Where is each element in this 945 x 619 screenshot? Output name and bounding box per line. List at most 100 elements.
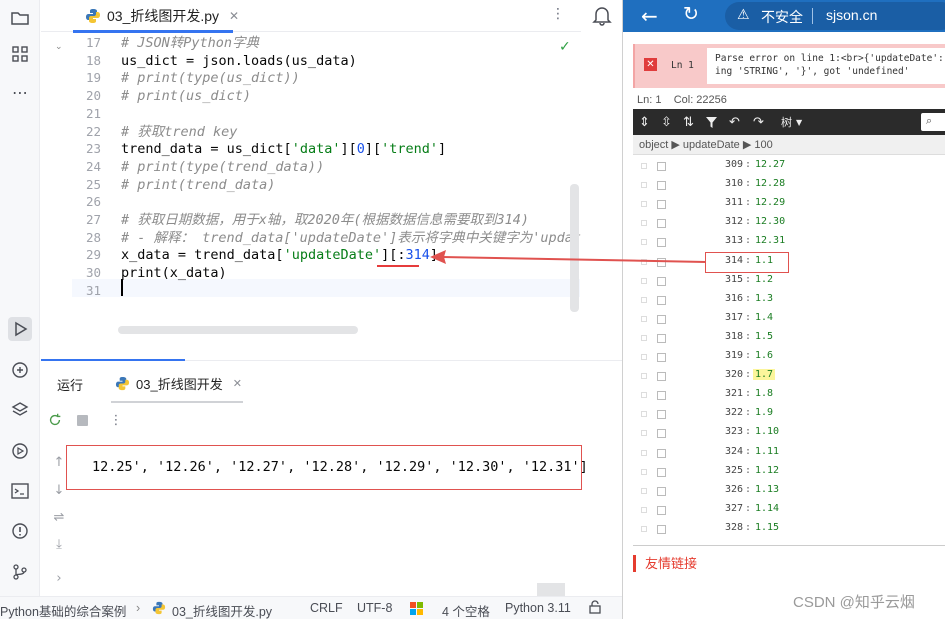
json-tree-row[interactable]: 313:12.31 [633, 233, 945, 252]
json-tree-row[interactable]: 317:1.4 [633, 310, 945, 329]
breadcrumb-project[interactable]: Python基础的综合案例 [0, 601, 126, 619]
row-value[interactable]: 1.9 [753, 407, 775, 418]
json-tree-row[interactable]: 322:1.9 [633, 405, 945, 424]
row-checkbox[interactable] [657, 486, 666, 496]
code-line[interactable]: print(x_data) [121, 264, 227, 282]
friends-link-heading[interactable]: 友情链接 [633, 555, 697, 572]
json-path-breadcrumb[interactable]: object ▶ updateDate ▶ 100 [633, 135, 945, 155]
json-tree-row[interactable]: 311:12.29 [633, 195, 945, 214]
row-value[interactable]: 1.10 [753, 426, 781, 437]
more-tools-icon[interactable]: ⋯ [8, 80, 32, 104]
inspection-ok-icon[interactable]: ✓ [559, 39, 571, 55]
editor-horizontal-scrollbar[interactable] [118, 326, 358, 334]
indent-widget[interactable]: 4 个空格 [442, 601, 490, 619]
row-value[interactable]: 1.3 [753, 293, 775, 304]
row-value[interactable]: 1.11 [753, 446, 781, 457]
row-value[interactable]: 12.30 [753, 216, 787, 227]
code-line[interactable]: us_dict = json.loads(us_data) [121, 52, 357, 70]
row-checkbox[interactable] [657, 333, 666, 343]
row-value[interactable]: 12.27 [753, 159, 787, 170]
json-tree-row[interactable]: 319:1.6 [633, 348, 945, 367]
row-value[interactable]: 1.5 [753, 331, 775, 342]
services-icon[interactable] [8, 439, 32, 463]
row-value[interactable]: 12.31 [753, 235, 787, 246]
json-tree-row[interactable]: 315:1.2 [633, 272, 945, 291]
row-checkbox[interactable] [657, 257, 666, 267]
row-checkbox[interactable] [657, 295, 666, 305]
row-value[interactable]: 1.4 [753, 312, 775, 323]
row-checkbox[interactable] [657, 219, 666, 229]
folder-icon[interactable] [8, 6, 32, 30]
undo-icon[interactable]: ↶ [729, 113, 740, 131]
scroll-to-end-icon[interactable]: ⤓ [50, 535, 68, 553]
code-line[interactable]: # print(trend_data) [121, 176, 275, 194]
json-tree-row[interactable]: 320:1.7 [633, 367, 945, 386]
json-tree-row[interactable]: 328:1.15 [633, 520, 945, 539]
json-tree-row[interactable]: 314:1.1 [633, 253, 945, 272]
json-tree-row[interactable]: 325:1.12 [633, 463, 945, 482]
code-editor[interactable]: # JSON转Python字典 us_dict = json.loads(us_d… [121, 32, 581, 328]
code-line[interactable]: x_data = trend_data['updateDate'][:314] [121, 246, 438, 264]
row-checkbox[interactable] [657, 238, 666, 248]
json-tree-row[interactable]: 321:1.8 [633, 386, 945, 405]
row-checkbox[interactable] [657, 429, 666, 439]
chevron-right-icon[interactable]: › [50, 569, 68, 587]
row-value[interactable]: 1.6 [753, 350, 775, 361]
python-console-icon[interactable] [8, 358, 32, 382]
row-checkbox[interactable] [657, 467, 666, 477]
row-checkbox[interactable] [657, 448, 666, 458]
close-icon[interactable]: ✕ [233, 377, 242, 390]
view-mode-select[interactable]: 树 ▼ [781, 113, 802, 131]
back-arrow-icon[interactable]: ← [641, 4, 658, 28]
json-tree-row[interactable]: 324:1.11 [633, 444, 945, 463]
close-icon[interactable]: ✕ [229, 9, 239, 23]
run-config-tab[interactable]: 03_折线图开发 ✕ [111, 361, 243, 405]
soft-wrap-icon[interactable]: ⇌ [50, 508, 68, 526]
code-line[interactable]: # - 解释： trend_data['updateDate']表示将字典中关键… [121, 229, 581, 247]
json-tree-row[interactable]: 318:1.5 [633, 329, 945, 348]
editor-tab[interactable]: 03_折线图开发.py ✕ [73, 0, 273, 33]
row-value[interactable]: 1.15 [753, 522, 781, 533]
row-checkbox[interactable] [657, 181, 666, 191]
bell-icon[interactable] [592, 4, 612, 26]
code-line[interactable]: # 获取日期数据，用于x轴，取2020年(根据数据信息需要取到314) [121, 211, 529, 229]
code-line[interactable]: # JSON转Python字典 [121, 34, 259, 52]
json-tree-row[interactable]: 310:12.28 [633, 176, 945, 195]
row-checkbox[interactable] [657, 505, 666, 515]
code-line[interactable]: # print(us_dict) [121, 87, 251, 105]
sort-icon[interactable]: ⇅ [683, 113, 694, 131]
reload-icon[interactable]: ↻ [683, 3, 699, 25]
editor-vertical-scrollbar[interactable] [570, 184, 579, 312]
row-checkbox[interactable] [657, 524, 666, 534]
json-tree-row[interactable]: 316:1.3 [633, 291, 945, 310]
encoding-widget[interactable]: UTF-8 [357, 601, 392, 615]
address-domain[interactable]: sjson.cn [826, 7, 877, 23]
fold-chevron-icon[interactable]: ⌄ [55, 42, 63, 52]
code-line[interactable]: trend_data = us_dict['data'][0]['trend'] [121, 140, 446, 158]
row-value[interactable]: 1.8 [753, 388, 775, 399]
row-value[interactable]: 12.29 [753, 197, 787, 208]
row-checkbox[interactable] [657, 410, 666, 420]
warning-icon[interactable]: ⚠ [737, 7, 750, 23]
collapse-all-icon[interactable]: ⇳ [661, 113, 672, 131]
rerun-icon[interactable] [46, 411, 64, 429]
terminal-icon[interactable] [8, 479, 32, 503]
row-value[interactable]: 1.14 [753, 503, 781, 514]
row-value[interactable]: 1.13 [753, 484, 781, 495]
run-icon[interactable] [8, 317, 32, 341]
row-checkbox[interactable] [657, 314, 666, 324]
more-vertical-icon[interactable]: ⋮ [551, 6, 565, 22]
row-checkbox[interactable] [657, 276, 666, 286]
stop-icon[interactable] [73, 411, 91, 429]
console-scrollbar[interactable] [537, 583, 565, 597]
search-input[interactable]: ⌕ [921, 113, 945, 131]
filter-icon[interactable] [705, 113, 718, 131]
interpreter-widget[interactable]: Python 3.11 [505, 601, 571, 615]
json-tree-row[interactable]: 312:12.30 [633, 214, 945, 233]
row-value[interactable]: 1.7 [753, 369, 776, 381]
expand-all-icon[interactable]: ⇕ [639, 113, 650, 131]
more-vertical-icon[interactable]: ⋮ [107, 411, 125, 429]
layers-icon[interactable] [8, 398, 32, 422]
code-line[interactable]: # print(type(trend_data)) [121, 158, 324, 176]
row-checkbox[interactable] [657, 372, 666, 382]
